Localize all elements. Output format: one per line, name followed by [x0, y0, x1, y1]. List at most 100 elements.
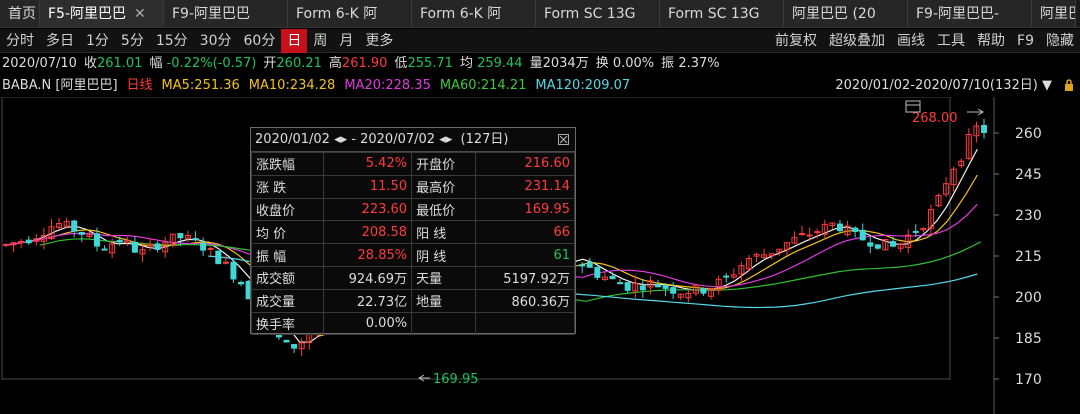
ma60-label: MA60:214.21 [439, 78, 527, 93]
tab-f9-alibaba-2[interactable]: F9-阿里巴巴- [908, 0, 1032, 27]
period-month[interactable]: 月 [333, 29, 359, 53]
quote-turnover: 换 0.00% [595, 56, 655, 71]
y-tick-label: 230 [1015, 208, 1042, 224]
table-row: 涨跌幅 5.42% 开盘价 216.60 [251, 152, 575, 176]
y-tick-label: 185 [1015, 331, 1042, 347]
y-tick-label: 200 [1015, 290, 1042, 306]
candle-body [18, 240, 25, 243]
period-day[interactable]: 日 [281, 28, 308, 53]
candle-body [207, 247, 214, 250]
range-start: 2020/01/02 [255, 131, 330, 147]
tab-f9-alibaba[interactable]: F9-阿里巴巴 [164, 0, 288, 27]
tab-alibaba-20[interactable]: 阿里巴巴 (20 [784, 0, 908, 27]
candle-body [586, 261, 593, 268]
dropdown-arrow-icon[interactable]: ▼ [1042, 78, 1052, 93]
table-row: 收盘价 223.60 最低价 169.95 [251, 197, 575, 222]
tab-form-6k-2[interactable]: Form 6-K 阿 [412, 0, 536, 27]
candle-body [655, 284, 661, 288]
tab-home[interactable]: 首页 [0, 0, 40, 27]
candle-body [594, 267, 601, 278]
draw-line-button[interactable]: 画线 [891, 29, 931, 53]
date-range-selector[interactable]: 2020/01/02-2020/07/10(132日) ▼ [835, 76, 1052, 96]
y-tick-label: 215 [1015, 249, 1042, 265]
candle-body [609, 275, 616, 280]
quote-date: 2020/07/10 [2, 56, 77, 71]
close-icon[interactable]: ✕ [134, 6, 146, 22]
range-end-stepper[interactable]: ◂▸ [439, 128, 452, 152]
candle-body [101, 248, 108, 251]
candle-body [890, 241, 897, 247]
help-button[interactable]: 帮助 [971, 29, 1011, 53]
period-intraday[interactable]: 分时 [0, 29, 40, 53]
tools-button[interactable]: 工具 [931, 29, 971, 53]
candle-body [154, 243, 161, 250]
super-overlay-button[interactable]: 超级叠加 [823, 29, 891, 53]
candle-body [78, 231, 85, 235]
tab-form-sc13g-2[interactable]: Form SC 13G [660, 0, 784, 27]
candle-body [874, 244, 881, 249]
f9-button[interactable]: F9 [1011, 29, 1040, 53]
svg-text:169.95: 169.95 [433, 372, 479, 387]
period-30min[interactable]: 30分 [194, 29, 238, 53]
candle-body [131, 241, 138, 253]
quote-high: 高261.90 [328, 56, 388, 71]
range-days: (127日) [460, 131, 509, 147]
table-row: 均 价 208.58 阳 线 66 [251, 220, 575, 245]
candle-body [3, 243, 9, 246]
candle-body [859, 229, 866, 241]
tab-bar: 首页 F5-阿里巴巴 ✕ F9-阿里巴巴 Form 6-K 阿 Form 6-K … [0, 0, 1080, 28]
y-tick-label: 245 [1015, 167, 1042, 183]
period-more[interactable]: 更多 [359, 29, 399, 53]
lock-icon[interactable] [1064, 79, 1074, 92]
candle-body [867, 242, 874, 247]
quote-amplitude: 振 2.37% [661, 56, 720, 71]
hide-button[interactable]: 隐藏 [1040, 29, 1080, 53]
high-marker: 268.00 [912, 108, 984, 126]
quote-volume: 量2034万 [529, 56, 589, 71]
tab-label: F5-阿里巴巴 [48, 6, 127, 22]
quote-avg: 均 259.44 [459, 56, 523, 71]
period-toolbar: 分时 多日 1分 5分 15分 30分 60分 日 周 月 更多 前复权 超级叠… [0, 28, 1080, 53]
candle-body [617, 282, 624, 285]
forward-adjust-button[interactable]: 前复权 [769, 29, 823, 53]
close-icon[interactable] [558, 134, 569, 145]
tab-form-sc13g-1[interactable]: Form SC 13G [536, 0, 660, 27]
range-start-stepper[interactable]: ◂▸ [334, 128, 347, 152]
interval-stats-popup: 2020/01/02 ◂▸ - 2020/07/02 ◂▸ (127日) 涨跌幅… [250, 127, 576, 336]
candle-body [639, 285, 646, 291]
svg-text:268.00: 268.00 [912, 111, 958, 126]
tab-form-6k-1[interactable]: Form 6-K 阿 [288, 0, 412, 27]
candle-body [624, 282, 631, 291]
period-1min[interactable]: 1分 [80, 29, 115, 53]
period-week[interactable]: 周 [307, 29, 333, 53]
candle-body [283, 339, 290, 343]
y-tick-label: 260 [1015, 126, 1042, 142]
period-5min[interactable]: 5分 [115, 29, 150, 53]
candle-body [238, 281, 245, 285]
candle-body [670, 287, 677, 294]
quote-line: 2020/07/10 收261.01 幅 -0.22%(-0.57) 开260.… [0, 54, 1080, 74]
period-60min[interactable]: 60分 [238, 29, 282, 53]
candle-body [662, 285, 669, 289]
candle-body [836, 223, 843, 232]
candle-body [215, 250, 222, 265]
candle-body [912, 230, 919, 233]
tab-alibaba-3[interactable]: 阿里巴 [1032, 0, 1076, 27]
candle-body [25, 239, 32, 244]
popup-header: 2020/01/02 ◂▸ - 2020/07/02 ◂▸ (127日) [251, 128, 575, 152]
table-row: 换手率 0.00% [251, 311, 575, 336]
period-15min[interactable]: 15分 [150, 29, 194, 53]
period-multiday[interactable]: 多日 [40, 29, 80, 53]
range-end: 2020/07/02 [360, 131, 436, 147]
table-row: 涨 跌 11.50 最高价 231.14 [251, 174, 575, 199]
table-row: 成交量 22.73亿 地量 860.36万 [251, 288, 575, 313]
quote-change: 幅 -0.22%(-0.57) [149, 56, 257, 71]
ma10-label: MA10:234.28 [248, 78, 336, 93]
table-row: 振 幅 28.85% 阴 线 61 [251, 243, 575, 267]
ma120-label: MA120:209.07 [535, 78, 631, 93]
candle-body [93, 233, 100, 247]
candle-body [799, 233, 806, 236]
stats-table: 涨跌幅 5.42% 开盘价 216.60 涨 跌 11.50 最高价 231.14 收盘价 2… [251, 152, 575, 336]
candle-body [177, 232, 184, 239]
tab-f5-alibaba[interactable]: F5-阿里巴巴 ✕ [40, 0, 164, 27]
